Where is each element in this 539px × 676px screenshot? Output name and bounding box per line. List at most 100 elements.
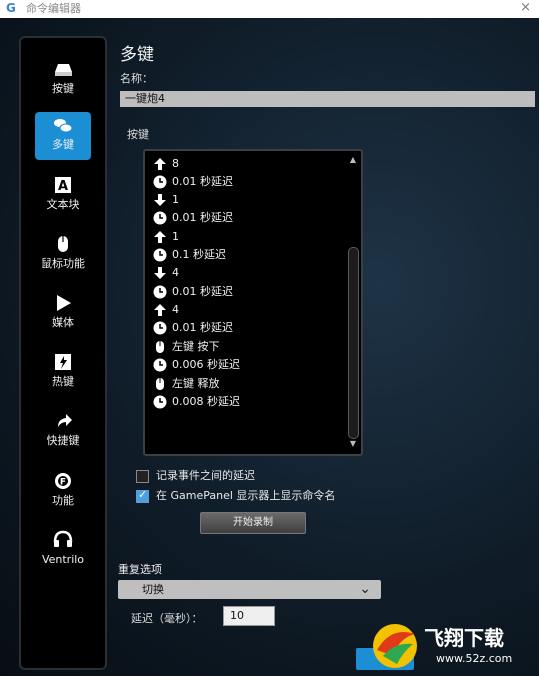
list-item[interactable]: 1 xyxy=(153,228,179,246)
sidebar-item-label: 快捷键 xyxy=(46,434,80,447)
sidebar-item-keystroke[interactable]: 按键 xyxy=(35,56,91,104)
text-block-icon: A xyxy=(55,177,71,194)
sidebar-item-function[interactable]: F 功能 xyxy=(35,468,91,516)
list-item[interactable]: 0.01 秒延迟 xyxy=(153,209,233,227)
step-text: 0.006 秒延迟 xyxy=(172,358,240,371)
sidebar-item-hotkey[interactable]: 热键 xyxy=(35,349,91,397)
headset-icon xyxy=(53,530,73,547)
sidebar-item-label: 热键 xyxy=(52,375,74,388)
record-delay-label: 记录事件之间的延迟 xyxy=(156,469,255,482)
window-title: 命令编辑器 xyxy=(26,2,81,15)
list-item[interactable]: 0.01 秒延迟 xyxy=(153,283,233,301)
keys-label: 按键 xyxy=(127,128,149,141)
list-item[interactable]: 0.1 秒延迟 xyxy=(153,246,226,264)
mouse-icon xyxy=(58,236,68,252)
clock-icon xyxy=(153,358,167,372)
sidebar-item-label: 多键 xyxy=(52,138,74,151)
sidebar-item-label: 文本块 xyxy=(46,198,80,211)
scroll-down-arrow-icon[interactable]: ▼ xyxy=(348,439,358,449)
logitech-logo-icon: G xyxy=(6,1,16,15)
mouse-icon xyxy=(156,341,164,353)
shortcut-arrow-icon xyxy=(58,414,72,427)
sidebar-item-media[interactable]: 媒体 xyxy=(35,290,91,338)
arrow-up-icon xyxy=(154,231,166,243)
sidebar-item-shortcut[interactable]: 快捷键 xyxy=(35,408,91,456)
key-sequence-list[interactable]: 8 0.01 秒延迟 1 0.01 秒延迟 1 0.1 秒延迟 4 0.01 秒… xyxy=(143,149,363,456)
list-item[interactable]: 8 xyxy=(153,155,179,173)
close-button[interactable]: × xyxy=(520,0,531,16)
show-gamepanel-option[interactable]: 在 GamePanel 显示器上显示命令名 xyxy=(136,488,336,503)
list-scrollbar[interactable]: ▲ ▼ xyxy=(348,155,359,449)
repeat-options-label: 重复选项 xyxy=(118,563,162,576)
list-item[interactable]: 0.008 秒延迟 xyxy=(153,393,240,411)
function-gear-icon: F xyxy=(55,473,71,489)
step-text: 0.1 秒延迟 xyxy=(172,248,226,261)
sidebar-item-multikey[interactable]: 多键 xyxy=(35,112,91,160)
clock-icon xyxy=(153,248,167,262)
watermark-url: www.52z.com xyxy=(436,652,513,665)
key-icon xyxy=(55,64,72,76)
step-text: 0.01 秒延迟 xyxy=(172,175,233,188)
step-text: 左键 释放 xyxy=(172,377,220,390)
clock-icon xyxy=(153,175,167,189)
clock-icon xyxy=(153,285,167,299)
command-type-sidebar: 按键 多键 A 文本块 鼠标功能 媒体 热键 快捷键 F 功能 Ventrilo xyxy=(19,36,107,670)
show-gamepanel-label: 在 GamePanel 显示器上显示命令名 xyxy=(156,489,336,502)
show-gamepanel-checkbox[interactable] xyxy=(136,488,149,503)
step-text: 左键 按下 xyxy=(172,340,220,353)
step-text: 0.008 秒延迟 xyxy=(172,395,240,408)
repeat-mode-select[interactable]: 切换 ⌄ xyxy=(118,580,381,599)
arrow-up-icon xyxy=(154,304,166,316)
record-delay-checkbox[interactable] xyxy=(136,469,149,483)
sidebar-item-label: 功能 xyxy=(52,494,74,507)
step-text: 1 xyxy=(172,193,179,206)
arrow-down-icon xyxy=(154,194,166,206)
repeat-mode-value: 切换 xyxy=(142,583,164,596)
list-item[interactable]: 1 xyxy=(153,191,179,209)
page-title: 多键 xyxy=(120,45,154,65)
start-recording-button[interactable]: 开始录制 xyxy=(200,512,306,534)
step-text: 0.01 秒延迟 xyxy=(172,321,233,334)
name-field[interactable]: 一键炮4 xyxy=(120,91,535,107)
sidebar-item-ventrilo[interactable]: Ventrilo xyxy=(35,527,91,575)
delay-label: 延迟（毫秒）： xyxy=(131,612,203,625)
clock-icon xyxy=(153,321,167,335)
list-item[interactable]: 4 xyxy=(153,264,179,282)
sidebar-item-label: 鼠标功能 xyxy=(41,257,85,270)
multikey-icon xyxy=(54,119,73,133)
chevron-down-icon: ⌄ xyxy=(359,581,371,597)
list-item[interactable]: 0.006 秒延迟 xyxy=(153,356,240,374)
play-icon xyxy=(57,295,71,311)
step-text: 8 xyxy=(172,157,179,170)
list-item[interactable]: 左键 按下 xyxy=(153,338,220,356)
step-text: 1 xyxy=(172,230,179,243)
scroll-up-arrow-icon[interactable]: ▲ xyxy=(348,155,358,165)
step-text: 0.01 秒延迟 xyxy=(172,211,233,224)
title-bar: G 命令编辑器 × xyxy=(0,0,539,18)
sidebar-item-text-block[interactable]: A 文本块 xyxy=(35,172,91,220)
svg-text:A: A xyxy=(58,179,68,194)
record-delay-option[interactable]: 记录事件之间的延迟 xyxy=(136,469,255,483)
sidebar-item-mouse-function[interactable]: 鼠标功能 xyxy=(35,231,91,279)
list-item[interactable]: 0.01 秒延迟 xyxy=(153,173,233,191)
delay-ms-field[interactable]: 10 xyxy=(223,606,275,626)
sidebar-item-label: 媒体 xyxy=(52,316,74,329)
list-item[interactable]: 左键 释放 xyxy=(153,375,220,393)
sidebar-item-label: 按键 xyxy=(52,82,74,95)
scrollbar-thumb[interactable] xyxy=(348,247,359,439)
arrow-up-icon xyxy=(154,158,166,170)
name-label: 名称： xyxy=(120,72,153,85)
step-text: 0.01 秒延迟 xyxy=(172,285,233,298)
step-text: 4 xyxy=(172,303,179,316)
arrow-down-icon xyxy=(154,267,166,279)
svg-text:F: F xyxy=(60,478,66,488)
clock-icon xyxy=(153,395,167,409)
watermark-brand: 飞翔下载 xyxy=(424,626,504,650)
list-item[interactable]: 4 xyxy=(153,301,179,319)
list-item[interactable]: 0.01 秒延迟 xyxy=(153,319,233,337)
step-text: 4 xyxy=(172,266,179,279)
clock-icon xyxy=(153,211,167,225)
hotkey-icon xyxy=(55,354,71,370)
sidebar-item-label: Ventrilo xyxy=(41,553,85,566)
mouse-icon xyxy=(156,378,164,390)
